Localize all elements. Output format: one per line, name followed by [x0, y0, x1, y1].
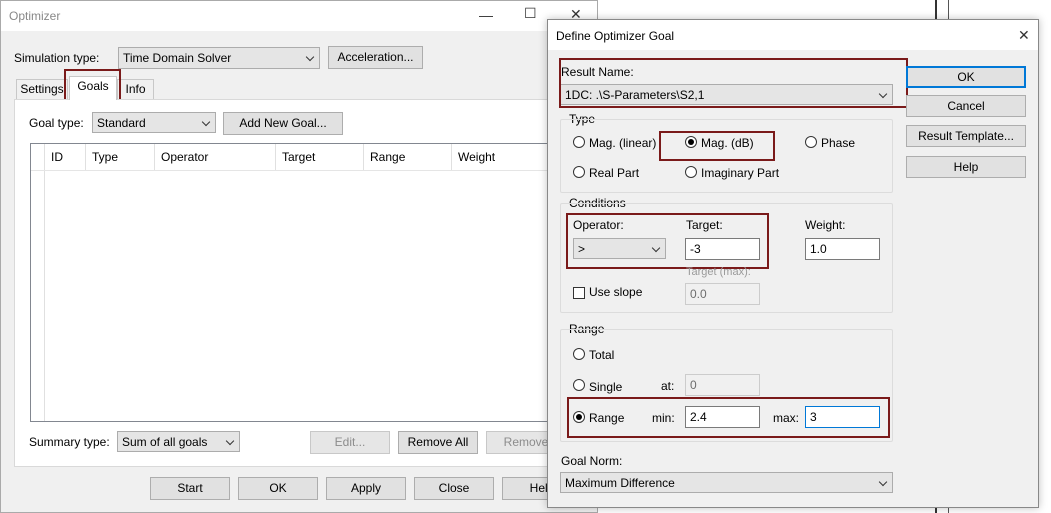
optimizer-title: Optimizer — [9, 9, 61, 23]
optimizer-titlebar: Optimizer — ☐ ✕ — [1, 1, 597, 31]
radio-phase-label: Phase — [821, 136, 856, 150]
radio-range-range[interactable] — [573, 411, 585, 423]
radio-mag-linear[interactable] — [573, 136, 585, 148]
type-group — [560, 119, 893, 193]
tab-settings[interactable]: Settings — [16, 79, 68, 99]
min-input[interactable]: 2.4 — [685, 406, 760, 428]
result-name-select[interactable]: 1DC: .\S-Parameters\S2,1 — [560, 84, 893, 105]
radio-range-total[interactable] — [573, 348, 585, 360]
goals-table[interactable]: ID Type Operator Target Range Weight — [30, 143, 560, 422]
operator-label: Operator: — [573, 218, 624, 232]
close-button[interactable]: Close — [414, 477, 494, 500]
maximize-icon[interactable]: ☐ — [524, 5, 537, 22]
radio-range-total-label: Total — [589, 348, 615, 362]
chevron-down-icon — [878, 477, 888, 487]
minimize-icon[interactable]: — — [479, 7, 493, 23]
result-template-button[interactable]: Result Template... — [906, 125, 1026, 147]
chevron-down-icon — [201, 117, 211, 127]
radio-mag-db-label: Mag. (dB) — [701, 136, 754, 150]
result-name-value: 1DC: .\S-Parameters\S2,1 — [565, 88, 705, 102]
add-new-goal-button[interactable]: Add New Goal... — [223, 112, 343, 135]
chevron-down-icon — [878, 89, 888, 99]
radio-phase[interactable] — [805, 136, 817, 148]
target-input[interactable]: -3 — [685, 238, 760, 260]
radio-imaginary-part-label: Imaginary Part — [701, 166, 780, 180]
goal-norm-select[interactable]: Maximum Difference — [560, 472, 893, 493]
goal-type-value: Standard — [97, 116, 146, 130]
simulation-type-select[interactable]: Time Domain Solver — [118, 47, 320, 69]
tab-settings-label: Settings — [20, 82, 64, 96]
tab-info-label: Info — [125, 82, 146, 96]
dialog-title: Define Optimizer Goal — [556, 29, 675, 43]
simulation-type-value: Time Domain Solver — [123, 51, 232, 65]
weight-label: Weight: — [805, 218, 846, 232]
target-max-input[interactable]: 0.0 — [685, 283, 760, 305]
goal-type-label: Goal type: — [29, 116, 84, 130]
column-header-operator-label: Operator — [161, 150, 209, 164]
column-header-range[interactable]: Range — [364, 144, 452, 170]
column-header-id-label: ID — [51, 150, 63, 164]
use-slope-checkbox[interactable] — [573, 287, 585, 299]
help-button[interactable]: Help — [906, 156, 1026, 178]
operator-select[interactable]: > — [573, 238, 666, 259]
tab-goals-label: Goals — [77, 79, 109, 93]
operator-value: > — [578, 242, 586, 256]
simulation-type-label: Simulation type: — [14, 51, 100, 65]
min-label: min: — [652, 411, 675, 425]
column-header-target[interactable]: Target — [276, 144, 364, 170]
start-button[interactable]: Start — [150, 477, 230, 500]
at-label: at: — [661, 379, 675, 393]
remove-all-button[interactable]: Remove All — [398, 431, 478, 454]
summary-type-select[interactable]: Sum of all goals — [117, 431, 240, 452]
chevron-down-icon — [651, 243, 661, 253]
goal-type-select[interactable]: Standard — [92, 112, 216, 133]
radio-range-single-label: Single — [589, 380, 623, 394]
use-slope-label: Use slope — [589, 285, 643, 299]
radio-range-range-label: Range — [589, 411, 625, 425]
apply-button[interactable]: Apply — [326, 477, 406, 500]
table-gutter — [31, 170, 45, 421]
column-header-weight[interactable]: Weight — [452, 144, 559, 170]
close-icon[interactable]: ✕ — [1018, 27, 1030, 44]
optimizer-ok-button[interactable]: OK — [238, 477, 318, 500]
table-header-divider — [31, 170, 559, 171]
define-goal-dialog: Define Optimizer Goal ✕ Result Name: 1DC… — [547, 19, 1039, 508]
summary-type-value: Sum of all goals — [122, 435, 208, 449]
chevron-down-icon — [305, 52, 315, 62]
column-header-target-label: Target — [282, 150, 316, 164]
radio-imaginary-part[interactable] — [685, 166, 697, 178]
dialog-titlebar: Define Optimizer Goal ✕ — [548, 20, 1038, 50]
optimizer-window: Optimizer — ☐ ✕ Simulation type: Time Do… — [0, 0, 598, 513]
radio-real-part[interactable] — [573, 166, 585, 178]
acceleration-button[interactable]: Acceleration... — [328, 46, 423, 69]
cancel-button[interactable]: Cancel — [906, 95, 1026, 117]
target-max-label: Target (max): — [686, 266, 751, 278]
tab-info[interactable]: Info — [117, 79, 154, 99]
tab-goals[interactable]: Goals — [69, 76, 117, 100]
column-header-operator[interactable]: Operator — [155, 144, 276, 170]
summary-type-label: Summary type: — [29, 435, 110, 449]
result-name-label: Result Name: — [561, 65, 634, 79]
weight-input[interactable]: 1.0 — [805, 238, 880, 260]
max-label: max: — [773, 411, 800, 425]
column-header-type-label: Type — [92, 150, 119, 164]
chevron-down-icon — [225, 436, 235, 446]
column-header-id[interactable]: ID — [45, 144, 86, 170]
table-row-header-gutter — [31, 144, 45, 170]
target-label: Target: — [686, 218, 723, 232]
goal-norm-value: Maximum Difference — [565, 476, 675, 490]
column-header-type[interactable]: Type — [86, 144, 155, 170]
column-header-weight-label: Weight — [458, 150, 496, 164]
ok-button[interactable]: OK — [906, 66, 1026, 88]
radio-mag-linear-label: Mag. (linear) — [589, 136, 657, 150]
radio-mag-db[interactable] — [685, 136, 697, 148]
edit-goal-button[interactable]: Edit... — [310, 431, 390, 454]
column-header-range-label: Range — [370, 150, 406, 164]
at-input[interactable]: 0 — [685, 374, 760, 396]
radio-real-part-label: Real Part — [589, 166, 640, 180]
goal-norm-label: Goal Norm: — [561, 454, 623, 468]
max-input[interactable]: 3 — [805, 406, 880, 428]
radio-range-single[interactable] — [573, 379, 585, 391]
